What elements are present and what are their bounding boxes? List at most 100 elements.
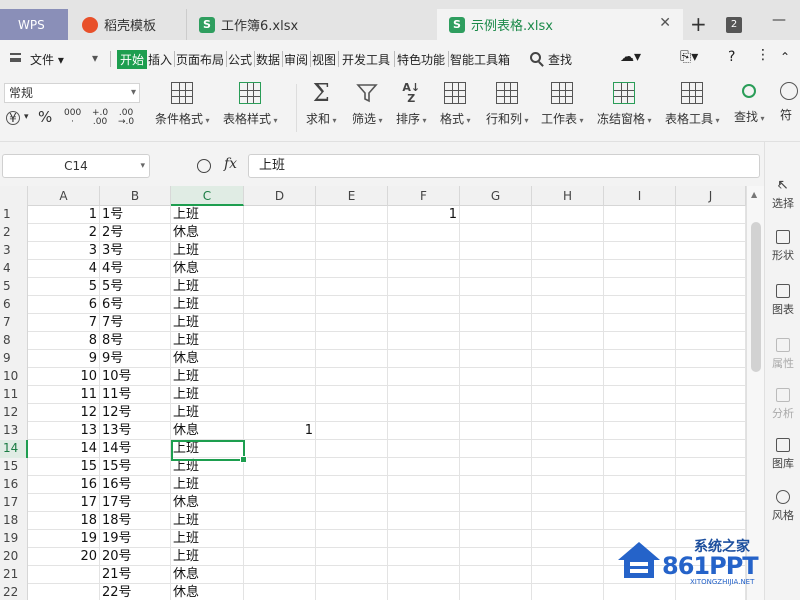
cell-f[interactable] [388,296,460,314]
cell-b[interactable]: 6号 [100,296,171,314]
column-header-h[interactable]: H [532,186,604,206]
row-header[interactable]: 4 [0,260,28,278]
cell-f[interactable] [388,242,460,260]
cell-a[interactable]: 19 [28,530,100,548]
cell-h[interactable] [532,440,604,458]
cell-h[interactable] [532,332,604,350]
cell-a[interactable]: 15 [28,458,100,476]
hamburger-icon[interactable] [10,53,21,62]
cell-i[interactable] [604,458,676,476]
cell-i[interactable] [604,296,676,314]
cell-e[interactable] [316,332,388,350]
cell-f[interactable] [388,260,460,278]
cell-d[interactable] [244,314,316,332]
collapse-ribbon-icon[interactable]: ⌃ [780,50,790,64]
cell-b[interactable]: 2号 [100,224,171,242]
cell-h[interactable] [532,548,604,566]
cell-b[interactable]: 4号 [100,260,171,278]
cell-j[interactable] [676,242,746,260]
cell-h[interactable] [532,422,604,440]
cell-a[interactable]: 8 [28,332,100,350]
column-header-c[interactable]: C [171,186,244,206]
cell-a[interactable] [28,566,100,584]
cell-d[interactable] [244,386,316,404]
cell-i[interactable] [604,242,676,260]
menu-formulas[interactable]: 公式 [228,51,252,68]
cell-g[interactable] [460,458,532,476]
cell-h[interactable] [532,386,604,404]
row-header[interactable]: 22 [0,584,28,600]
cell-f[interactable] [388,548,460,566]
menu-data[interactable]: 数据 [256,51,280,68]
cell-g[interactable] [460,404,532,422]
cell-a[interactable]: 6 [28,296,100,314]
cell-e[interactable] [316,440,388,458]
panel-properties[interactable]: 属性 [765,338,800,371]
cell-b[interactable]: 15号 [100,458,171,476]
cell-c[interactable]: 上班 [171,296,244,314]
cell-f[interactable] [388,404,460,422]
cell-g[interactable] [460,512,532,530]
cell-j[interactable] [676,260,746,278]
cell-g[interactable] [460,224,532,242]
filter-button[interactable]: 筛选 [352,82,383,127]
cell-b[interactable]: 14号 [100,440,171,458]
cell-j[interactable] [676,404,746,422]
cell-f[interactable] [388,350,460,368]
cell-b[interactable]: 13号 [100,422,171,440]
cell-f[interactable] [388,314,460,332]
cell-h[interactable] [532,206,604,224]
cell-b[interactable]: 8号 [100,332,171,350]
cell-a[interactable]: 17 [28,494,100,512]
cell-d[interactable] [244,224,316,242]
cell-h[interactable] [532,530,604,548]
row-header[interactable]: 21 [0,566,28,584]
row-header[interactable]: 20 [0,548,28,566]
sum-button[interactable]: Σ 求和 [306,81,337,127]
cell-j[interactable] [676,368,746,386]
cell-j[interactable] [676,278,746,296]
cell-d[interactable] [244,332,316,350]
cell-j[interactable] [676,296,746,314]
cell-a[interactable]: 20 [28,548,100,566]
cell-d[interactable] [244,566,316,584]
cell-i[interactable] [604,476,676,494]
row-header[interactable]: 1 [0,206,28,224]
cell-a[interactable]: 9 [28,350,100,368]
cell-d[interactable] [244,548,316,566]
cell-a[interactable]: 5 [28,278,100,296]
panel-gallery[interactable]: 图库 [765,438,800,471]
decrease-decimal-button[interactable]: .00 →.0 [118,109,134,127]
panel-select[interactable]: ↖ 选择 [765,178,800,211]
panel-chart[interactable]: 图表 [765,284,800,317]
minimize-button[interactable]: — [772,12,786,28]
find-button[interactable]: 查找 [734,82,765,125]
new-tab-button[interactable]: + [690,14,707,34]
cell-d[interactable] [244,404,316,422]
menu-smart-toolbox[interactable]: 智能工具箱 [450,51,510,68]
cell-c[interactable]: 上班 [171,368,244,386]
zoom-icon[interactable] [197,159,211,173]
cell-e[interactable] [316,242,388,260]
cell-b[interactable]: 9号 [100,350,171,368]
cell-d[interactable] [244,458,316,476]
cell-c[interactable]: 上班 [171,278,244,296]
formula-input[interactable]: 上班 [248,154,760,178]
symbol-button[interactable]: 符 [780,82,800,123]
cell-f[interactable] [388,440,460,458]
row-header[interactable]: 8 [0,332,28,350]
cell-j[interactable] [676,332,746,350]
cell-c[interactable]: 休息 [171,260,244,278]
menu-view[interactable]: 视图 [312,51,336,68]
share-icon[interactable]: ⎘▾ [680,49,698,65]
cell-a[interactable]: 16 [28,476,100,494]
cell-f[interactable]: 1 [388,206,460,224]
sort-button[interactable]: A↓ Z 排序 [396,82,427,127]
cell-j[interactable] [676,350,746,368]
cell-a[interactable]: 4 [28,260,100,278]
cell-a[interactable]: 1 [28,206,100,224]
column-header-e[interactable]: E [316,186,388,206]
row-header[interactable]: 11 [0,386,28,404]
cell-j[interactable] [676,206,746,224]
cell-e[interactable] [316,476,388,494]
